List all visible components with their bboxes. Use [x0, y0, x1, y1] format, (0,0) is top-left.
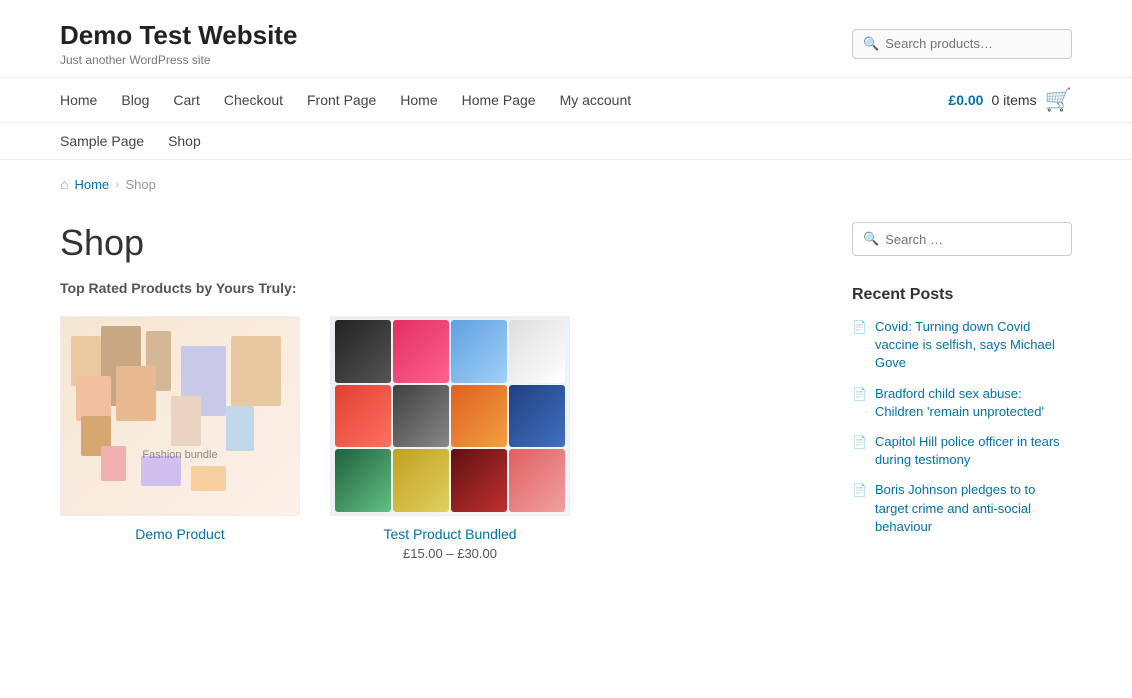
- shoe-item: [451, 449, 507, 512]
- shoe-item: [393, 449, 449, 512]
- fashion-item: [101, 446, 126, 481]
- nav-sample-page[interactable]: Sample Page: [60, 133, 144, 149]
- recent-posts-widget: Recent Posts 📄 Covid: Turning down Covid…: [852, 286, 1072, 536]
- fashion-item: [191, 466, 226, 491]
- document-icon: 📄: [852, 387, 867, 401]
- fashion-item: [76, 376, 111, 421]
- nav-cart[interactable]: Cart: [173, 92, 199, 108]
- recent-post-item: 📄 Bradford child sex abuse: Children 're…: [852, 385, 1072, 421]
- main-content: Shop Top Rated Products by Yours Truly:: [0, 202, 1132, 601]
- cart-price: £0.00: [948, 92, 983, 108]
- cart-widget: £0.00 0 items 🛒: [948, 87, 1072, 113]
- recent-post-item: 📄 Covid: Turning down Covid vaccine is s…: [852, 318, 1072, 373]
- post-link[interactable]: Boris Johnson pledges to to target crime…: [875, 481, 1072, 536]
- secondary-nav: Sample Page Shop: [0, 123, 1132, 160]
- sidebar-search-input[interactable]: [885, 232, 1061, 247]
- nav-shop[interactable]: Shop: [168, 133, 201, 149]
- fashion-item: [116, 366, 156, 421]
- shoe-item: [393, 320, 449, 383]
- nav-blog[interactable]: Blog: [121, 92, 149, 108]
- breadcrumb: ⌂ Home › Shop: [0, 160, 1132, 202]
- nav-checkout[interactable]: Checkout: [224, 92, 283, 108]
- home-icon: ⌂: [60, 176, 68, 192]
- shoe-item: [335, 320, 391, 383]
- cart-items-label: 0 items: [991, 92, 1036, 108]
- product-image-shoes[interactable]: [330, 316, 570, 516]
- product-title[interactable]: Demo Product: [60, 526, 300, 542]
- products-grid: Fashion bundle Demo Product: [60, 316, 812, 561]
- sidebar: 🔍 Recent Posts 📄 Covid: Turning down Cov…: [852, 222, 1072, 561]
- shoe-item: [393, 385, 449, 448]
- product-title[interactable]: Test Product Bundled: [330, 526, 570, 542]
- search-icon: 🔍: [863, 36, 879, 52]
- site-tagline: Just another WordPress site: [60, 53, 297, 67]
- shoe-item: [509, 320, 565, 383]
- fashion-illustration: Fashion bundle: [61, 316, 299, 516]
- shoe-item: [509, 385, 565, 448]
- nav-my-account[interactable]: My account: [560, 92, 632, 108]
- recent-posts-title: Recent Posts: [852, 286, 1072, 304]
- document-icon: 📄: [852, 320, 867, 334]
- product-price: £15.00 – £30.00: [330, 546, 570, 561]
- primary-nav: Home Blog Cart Checkout Front Page Home …: [0, 77, 1132, 123]
- nav-home[interactable]: Home: [60, 92, 97, 108]
- site-title: Demo Test Website: [60, 20, 297, 51]
- document-icon: 📄: [852, 435, 867, 449]
- shoe-item: [335, 385, 391, 448]
- document-icon: 📄: [852, 483, 867, 497]
- search-icon: 🔍: [863, 231, 879, 247]
- shoe-item: [451, 385, 507, 448]
- breadcrumb-separator: ›: [115, 177, 119, 192]
- header-search-input[interactable]: [885, 36, 1061, 51]
- fashion-item: [171, 396, 201, 446]
- nav-home2[interactable]: Home: [400, 92, 437, 108]
- post-link[interactable]: Bradford child sex abuse: Children 'rema…: [875, 385, 1072, 421]
- recent-post-item: 📄 Boris Johnson pledges to to target cri…: [852, 481, 1072, 536]
- nav-home-page[interactable]: Home Page: [462, 92, 536, 108]
- fashion-item: [226, 406, 254, 451]
- product-image-fashion[interactable]: Fashion bundle: [60, 316, 300, 516]
- fashion-label: Fashion bundle: [142, 449, 217, 461]
- shoe-item: [335, 449, 391, 512]
- shoe-item: [451, 320, 507, 383]
- breadcrumb-home[interactable]: Home: [74, 177, 109, 192]
- shoes-illustration: [331, 316, 569, 516]
- product-card: Fashion bundle Demo Product: [60, 316, 300, 561]
- shop-subtitle: Top Rated Products by Yours Truly:: [60, 280, 812, 296]
- post-link[interactable]: Capitol Hill police officer in tears dur…: [875, 433, 1072, 469]
- header: Demo Test Website Just another WordPress…: [0, 0, 1132, 77]
- content-area: Shop Top Rated Products by Yours Truly:: [60, 222, 812, 561]
- sidebar-search-box[interactable]: 🔍: [852, 222, 1072, 256]
- shop-title: Shop: [60, 222, 812, 264]
- post-link[interactable]: Covid: Turning down Covid vaccine is sel…: [875, 318, 1072, 373]
- breadcrumb-current: Shop: [126, 177, 156, 192]
- fashion-item: [231, 336, 281, 406]
- recent-post-item: 📄 Capitol Hill police officer in tears d…: [852, 433, 1072, 469]
- site-branding: Demo Test Website Just another WordPress…: [60, 20, 297, 67]
- nav-links: Home Blog Cart Checkout Front Page Home …: [60, 78, 631, 122]
- product-card: Test Product Bundled £15.00 – £30.00: [330, 316, 570, 561]
- shoe-item: [509, 449, 565, 512]
- nav-front-page[interactable]: Front Page: [307, 92, 376, 108]
- cart-icon[interactable]: 🛒: [1045, 87, 1072, 113]
- header-search-box[interactable]: 🔍: [852, 29, 1072, 59]
